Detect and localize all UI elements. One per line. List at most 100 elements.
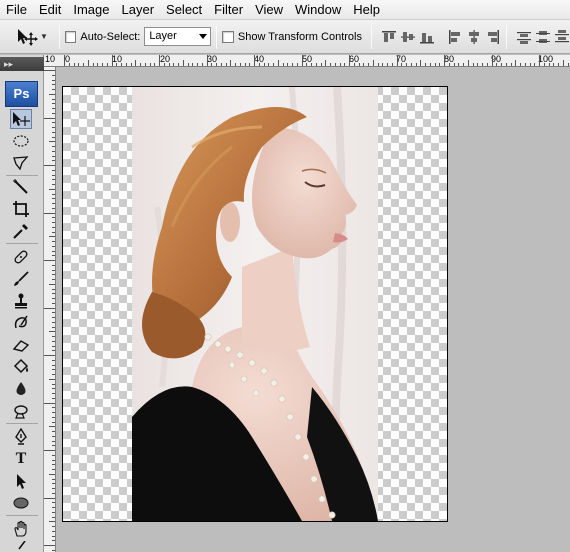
auto-select-dropdown[interactable]: Layer	[144, 27, 212, 46]
ruler-tick	[553, 63, 554, 66]
ruler-tick	[473, 63, 474, 66]
ellipse-icon	[13, 497, 29, 509]
align-top-icon[interactable]	[381, 29, 397, 45]
type-tool[interactable]: T	[10, 449, 32, 469]
ruler-tick	[126, 63, 127, 66]
tool-preset-picker[interactable]: ▼	[10, 22, 54, 52]
move-icon	[17, 28, 38, 46]
align-horizontal-center-icon[interactable]	[466, 29, 482, 45]
ruler-tick	[52, 526, 55, 527]
ruler-tick	[501, 63, 502, 66]
ruler-tick	[116, 63, 117, 66]
ruler-tick	[52, 179, 55, 180]
pen-tool[interactable]	[10, 427, 32, 447]
ruler-tick	[230, 60, 231, 66]
brush-tool[interactable]	[10, 269, 32, 289]
type-icon: T	[15, 450, 27, 467]
horizontal-ruler[interactable]: 10 0 10 20 30 40 50 60 70 80 90 100	[44, 55, 570, 67]
ruler-tick	[52, 113, 55, 114]
auto-select-checkbox[interactable]	[64, 30, 77, 43]
ruler-tick	[43, 213, 55, 214]
distribute-bottom-icon[interactable]	[554, 29, 570, 45]
menu-file[interactable]: File	[0, 0, 33, 20]
menu-edit[interactable]: Edit	[33, 0, 67, 20]
ruler-tick	[52, 184, 55, 185]
ruler-tick	[52, 360, 55, 361]
path-selection-tool[interactable]	[10, 471, 32, 491]
ruler-tick	[52, 346, 55, 347]
move-tool[interactable]	[10, 109, 32, 129]
menu-image[interactable]: Image	[67, 0, 115, 20]
align-vertical-center-icon[interactable]	[400, 29, 416, 45]
ruler-tick	[52, 398, 55, 399]
ruler-tick	[150, 63, 151, 66]
distribute-top-icon[interactable]	[516, 29, 532, 45]
ruler-tick	[49, 236, 55, 237]
ruler-tick	[520, 63, 521, 66]
ruler-tick	[392, 63, 393, 66]
menu-layer[interactable]: Layer	[116, 0, 161, 20]
ellipse-tool[interactable]	[10, 493, 32, 513]
ruler-tick	[539, 55, 540, 66]
blur-tool[interactable]	[10, 379, 32, 399]
vertical-ruler[interactable]	[43, 67, 56, 552]
ruler-tick	[52, 479, 55, 480]
ruler-tick	[52, 374, 55, 375]
options-divider	[58, 24, 60, 49]
ruler-tick	[102, 63, 103, 66]
magic-wand-tool[interactable]	[10, 177, 32, 197]
marquee-tool[interactable]	[10, 131, 32, 151]
menu-select[interactable]: Select	[160, 0, 208, 20]
crop-tool[interactable]	[10, 199, 32, 219]
menu-window[interactable]: Window	[289, 0, 347, 20]
ruler-tick	[52, 175, 55, 176]
ruler-tick	[492, 55, 493, 66]
ruler-tick	[568, 63, 569, 66]
align-left-icon[interactable]	[447, 29, 463, 45]
distribute-center-icon[interactable]	[535, 29, 551, 45]
canvas-area[interactable]	[57, 67, 570, 552]
paint-bucket-tool[interactable]	[10, 357, 32, 377]
history-brush-tool[interactable]	[10, 313, 32, 333]
ruler-tick	[411, 63, 412, 66]
menu-view[interactable]: View	[249, 0, 289, 20]
menu-help[interactable]: Help	[347, 0, 386, 20]
lasso-tool[interactable]	[10, 153, 32, 173]
align-bottom-icon[interactable]	[419, 29, 435, 45]
ruler-tick	[52, 327, 55, 328]
photoshop-logo[interactable]: Ps	[5, 81, 38, 107]
tool-fragment	[10, 541, 32, 551]
document-canvas[interactable]	[62, 86, 448, 522]
dodge-tool[interactable]	[10, 401, 32, 421]
ruler-tick	[52, 422, 55, 423]
ruler-tick	[52, 407, 55, 408]
brush-icon	[18, 541, 26, 550]
ruler-tick	[173, 63, 174, 66]
align-right-icon[interactable]	[485, 29, 501, 45]
ruler-tick	[52, 156, 55, 157]
ruler-tick	[221, 63, 222, 66]
eyedropper-tool[interactable]	[10, 221, 32, 241]
ruler-tick	[97, 63, 98, 66]
show-transform-checkbox[interactable]	[222, 30, 234, 43]
ruler-tick	[52, 99, 55, 100]
toolbox-grip[interactable]: ▸▸	[0, 57, 44, 71]
ruler-tick	[435, 63, 436, 66]
ruler-tick	[52, 512, 55, 513]
ruler-tick	[349, 55, 350, 66]
eraser-tool[interactable]	[10, 335, 32, 355]
hand-tool[interactable]	[10, 519, 32, 539]
ruler-tick	[188, 63, 189, 66]
ruler-tick	[43, 118, 55, 119]
ruler-tick	[52, 132, 55, 133]
ruler-tick	[368, 63, 369, 66]
ruler-tick	[52, 203, 55, 204]
ruler-tick	[321, 63, 322, 66]
options-divider	[216, 24, 218, 49]
clone-stamp-tool[interactable]	[10, 291, 32, 311]
ruler-tick	[382, 63, 383, 66]
ruler-label: 100	[538, 55, 554, 64]
healing-brush-tool[interactable]	[10, 247, 32, 267]
ruler-tick	[330, 63, 331, 66]
menu-filter[interactable]: Filter	[208, 0, 249, 20]
